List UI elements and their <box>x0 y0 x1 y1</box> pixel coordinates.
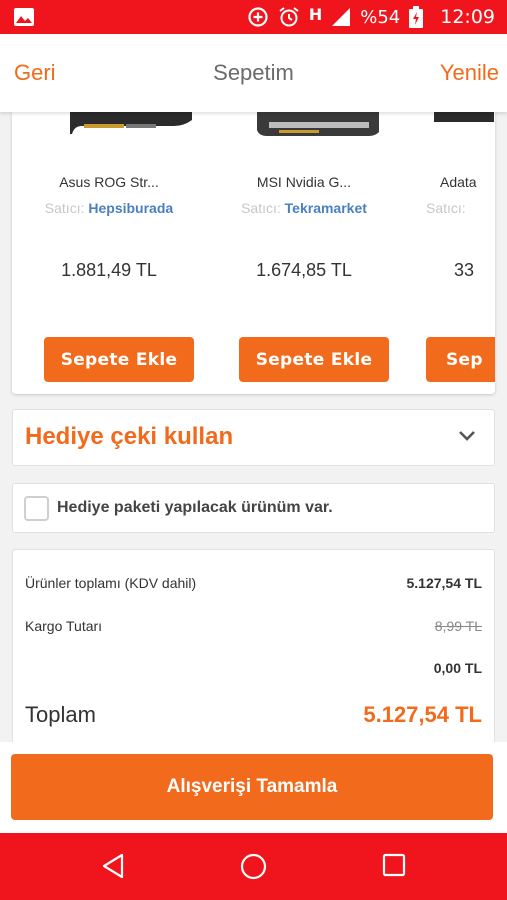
shipping-label: Kargo Tutarı <box>25 618 103 634</box>
product-name[interactable]: MSI Nvidia G... <box>219 174 389 190</box>
product-price: 1.674,85 TL <box>256 260 352 280</box>
product-card[interactable]: Asus ROG Str... Satıcı: Hepsiburada 1.88… <box>24 112 194 394</box>
alarm-icon <box>279 7 299 27</box>
system-navigation-bar <box>0 833 507 900</box>
battery-charging-icon <box>409 6 424 28</box>
product-card[interactable]: MSI Nvidia G... Satıcı: Tekramarket 1.67… <box>219 112 389 394</box>
total-value: 5.127,54 TL <box>363 702 482 727</box>
status-bar: H %54 12:09 <box>0 0 507 34</box>
seller-link[interactable]: Hepsiburada <box>88 200 173 216</box>
product-card[interactable]: Adata Satıcı: 33 Sep <box>414 112 495 394</box>
gift-package-checkbox[interactable] <box>24 496 49 521</box>
clock: 12:09 <box>440 6 495 28</box>
recommended-products-carousel[interactable]: Asus ROG Str... Satıcı: Hepsiburada 1.88… <box>12 112 495 394</box>
battery-percent: %54 <box>360 6 401 28</box>
gift-voucher-label: Hediye çeki kullan <box>25 423 234 450</box>
app-header: Geri Sepetim Yenile <box>0 34 507 112</box>
product-seller: Satıcı: Hepsiburada <box>24 200 194 216</box>
gift-package-label: Hediye paketi yapılacak ürünüm var. <box>57 499 333 516</box>
product-seller: Satıcı: Tekramarket <box>219 200 389 216</box>
shipping-old-price: 8,99 TL <box>434 618 482 634</box>
product-price: 33 <box>454 260 475 280</box>
product-name[interactable]: Adata <box>440 174 495 190</box>
chevron-down-icon[interactable] <box>458 430 476 442</box>
recents-nav-icon[interactable] <box>382 853 406 877</box>
seller-link[interactable]: Tekramarket <box>285 200 367 216</box>
gift-package-option[interactable]: Hediye paketi yapılacak ürünüm var. <box>12 483 495 533</box>
image-icon <box>14 8 34 26</box>
add-to-cart-button[interactable]: Sepete Ekle <box>239 337 389 382</box>
product-price: 1.881,49 TL <box>61 260 157 280</box>
product-image <box>257 112 379 136</box>
order-summary: Ürünler toplamı (KDV dahil) 5.127,54 TL … <box>12 549 495 744</box>
back-nav-icon[interactable] <box>100 853 126 879</box>
seller-label: Satıcı: <box>241 200 281 216</box>
seller-label: Satıcı: <box>426 200 466 216</box>
gift-voucher-accordion[interactable]: Hediye çeki kullan <box>12 409 495 466</box>
add-to-cart-button[interactable]: Sepete Ekle <box>44 337 194 382</box>
product-image <box>434 112 494 122</box>
shipping-value: 0,00 TL <box>433 660 482 676</box>
refresh-button[interactable]: Yenile <box>440 60 499 86</box>
product-seller: Satıcı: <box>426 200 495 216</box>
total-label: Toplam <box>25 702 96 727</box>
checkout-bar: Alışverişi Tamamla <box>0 742 507 833</box>
network-type-label: H <box>308 4 323 24</box>
subtotal-value: 5.127,54 TL <box>406 575 483 591</box>
seller-label: Satıcı: <box>44 200 85 216</box>
product-image <box>70 112 192 134</box>
add-to-cart-button[interactable]: Sep <box>426 337 495 382</box>
complete-checkout-button[interactable]: Alışverişi Tamamla <box>11 754 493 820</box>
page-title: Sepetim <box>213 60 294 85</box>
data-saver-icon <box>248 7 268 27</box>
subtotal-label: Ürünler toplamı (KDV dahil) <box>25 575 197 591</box>
product-name[interactable]: Asus ROG Str... <box>24 174 194 190</box>
home-nav-icon[interactable] <box>240 853 267 880</box>
signal-icon <box>332 8 351 26</box>
